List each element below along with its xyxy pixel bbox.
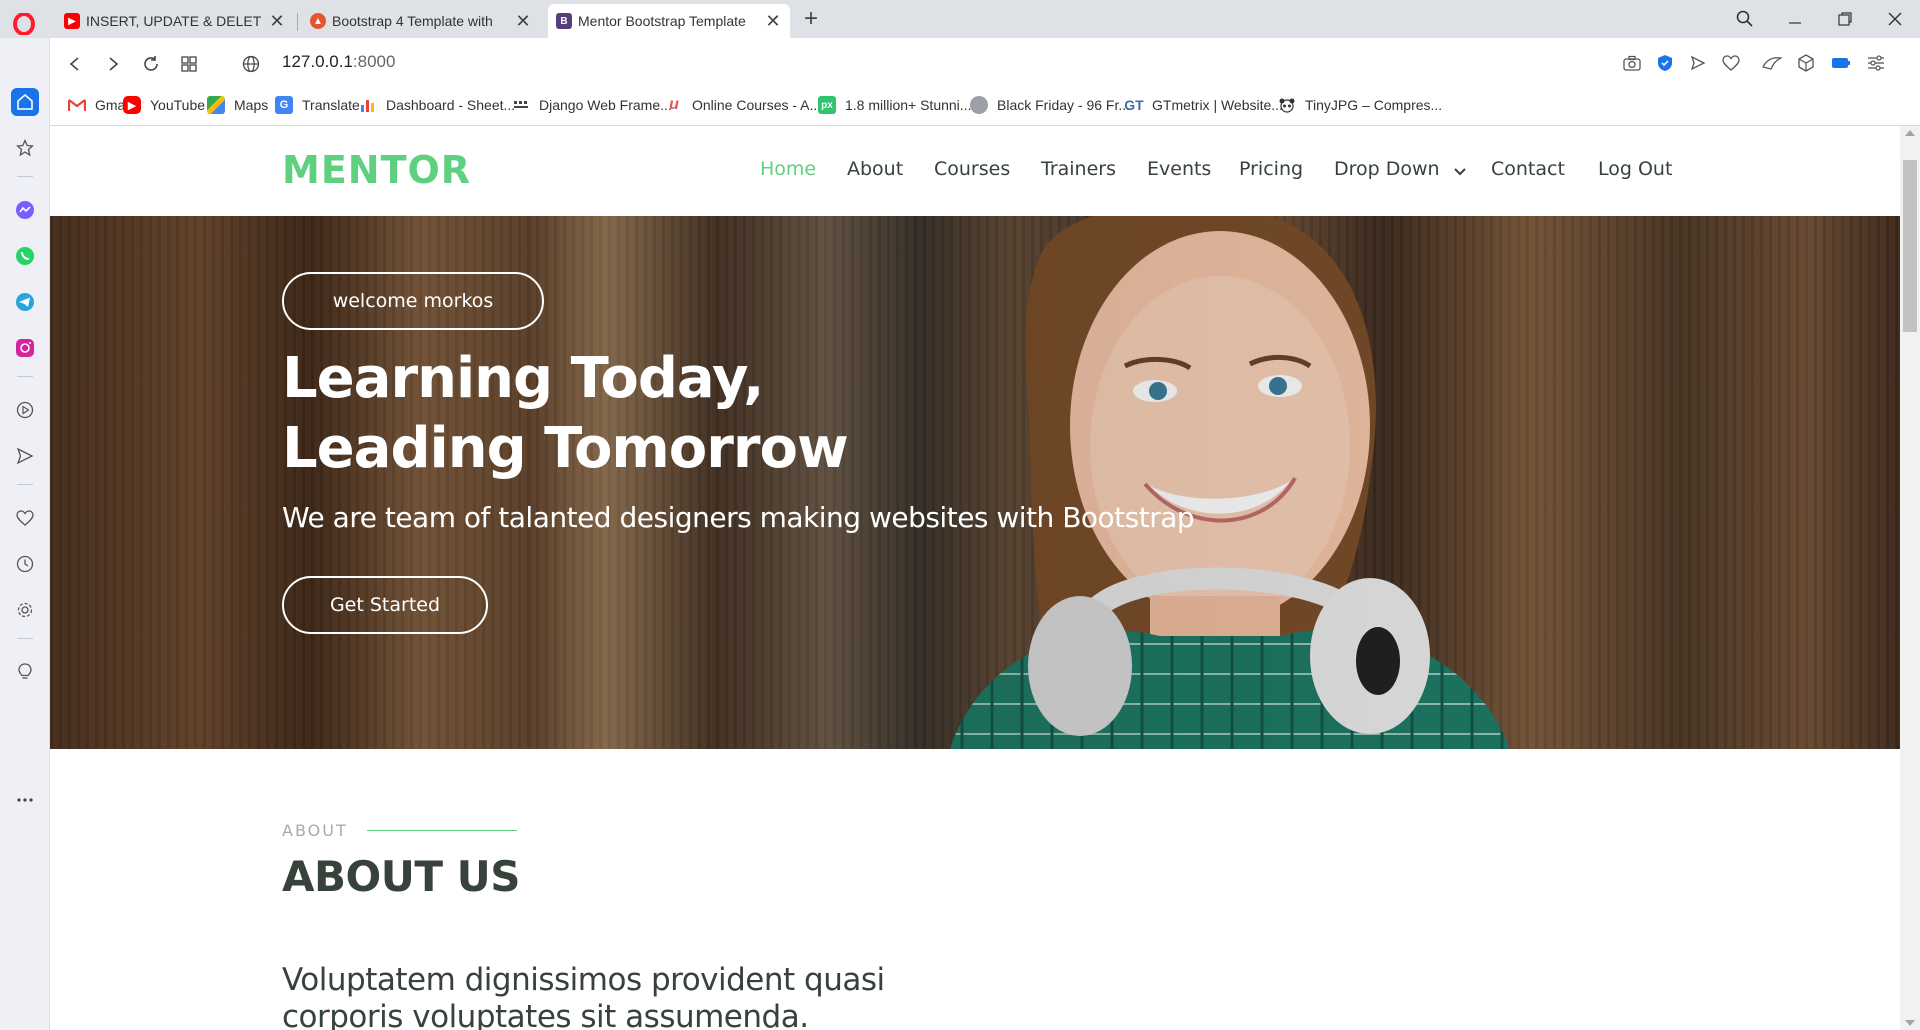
messenger-icon[interactable] [11, 196, 39, 224]
youtube-icon: ▶ [64, 13, 80, 29]
extensions-cube-icon[interactable] [1794, 51, 1818, 75]
pixabay-icon: px [818, 96, 836, 114]
maps-icon [207, 96, 225, 114]
hero-section: welcome morkos Learning Today, Leading T… [50, 216, 1900, 749]
tips-lightbulb-icon[interactable] [11, 658, 39, 686]
nav-events[interactable]: Events [1147, 158, 1211, 180]
bookmark-gtmetrix[interactable]: GT GTmetrix | Website... [1124, 96, 1283, 114]
send-flow-icon[interactable] [1686, 51, 1710, 75]
get-started-button[interactable]: Get Started [282, 576, 488, 634]
bookmark-django[interactable]: Django Web Frame... [512, 96, 672, 114]
bootstrap-icon: B [556, 13, 572, 29]
bookmark-heart-icon[interactable] [1719, 51, 1743, 75]
page-viewport: MENTOR Home About Courses Trainers Event… [50, 126, 1900, 1030]
browser-sidebar [0, 38, 50, 1030]
bookmarks-heart-icon[interactable] [11, 504, 39, 532]
bookmark-pixabay[interactable]: px 1.8 million+ Stunni... [818, 96, 971, 114]
django-icon [512, 96, 530, 114]
scroll-down-arrow-icon[interactable] [1905, 1020, 1915, 1026]
close-tab-icon[interactable]: ✕ [268, 11, 286, 32]
address-bar: 127.0.0.1:8000 [50, 38, 1920, 88]
site-header: MENTOR Home About Courses Trainers Event… [50, 126, 1900, 216]
snapshot-camera-icon[interactable] [1620, 51, 1644, 75]
bookmark-translate[interactable]: G Translate [275, 96, 360, 114]
about-section-label: ABOUT [282, 821, 348, 840]
history-clock-icon[interactable] [11, 550, 39, 578]
site-info-globe-icon[interactable] [238, 51, 264, 77]
globe-icon [970, 96, 988, 114]
close-tab-icon[interactable]: ✕ [764, 11, 782, 32]
hero-subtitle: We are team of talanted designers making… [282, 501, 1195, 534]
tab-bootstrap-4-template[interactable]: ▲ Bootstrap 4 Template with ✕ [302, 4, 540, 38]
bookmark-online-courses[interactable]: u Online Courses - A... [665, 96, 821, 114]
bookmarks-bar: Gmail ▶ YouTube Maps G Translate Dashboa… [50, 88, 1920, 126]
about-title: ABOUT US [282, 852, 520, 901]
tab-mentor-bootstrap-template[interactable]: B Mentor Bootstrap Template ✕ [548, 4, 790, 38]
nav-pricing[interactable]: Pricing [1239, 158, 1303, 180]
pinboard-star-icon[interactable] [11, 134, 39, 162]
bookmark-youtube[interactable]: ▶ YouTube [123, 96, 205, 114]
gmail-icon [68, 96, 86, 114]
search-tabs-icon[interactable] [1725, 4, 1765, 34]
back-icon[interactable] [62, 51, 88, 77]
vpn-shield-icon[interactable] [1653, 51, 1677, 75]
speed-dial-icon[interactable] [176, 51, 202, 77]
panda-icon [1278, 96, 1296, 114]
nav-drop-down-label: Drop Down [1334, 158, 1440, 180]
restore-window-icon[interactable] [1825, 4, 1865, 34]
bookmark-maps[interactable]: Maps [207, 96, 268, 114]
hero-title-line-1: Learning Today, [282, 346, 764, 411]
nav-log-out[interactable]: Log Out [1598, 158, 1672, 180]
bootstrap-template-icon: ▲ [310, 13, 326, 29]
opera-logo-icon[interactable] [10, 10, 38, 38]
chevron-down-icon [1453, 159, 1466, 181]
forward-icon[interactable] [100, 51, 126, 77]
minimize-window-icon[interactable] [1775, 4, 1815, 34]
scrollbar-thumb[interactable] [1903, 160, 1917, 332]
about-lead-text: Voluptatem dignissimos provident quasi c… [282, 962, 885, 1030]
tab-insert-update-delete[interactable]: ▶ INSERT, UPDATE & DELETE ✕ [56, 4, 294, 38]
hero-title: Learning Today, Leading Tomorrow [282, 344, 849, 484]
nav-courses[interactable]: Courses [934, 158, 1010, 180]
sheets-chart-icon [359, 96, 377, 114]
bookmark-black-friday[interactable]: Black Friday - 96 Fr... [970, 96, 1130, 114]
bookmark-dashboard-sheets[interactable]: Dashboard - Sheet... [359, 96, 515, 114]
youtube-icon: ▶ [123, 96, 141, 114]
whatsapp-icon[interactable] [11, 242, 39, 270]
main-nav: Home About Courses Trainers Events Prici… [50, 126, 1900, 216]
close-tab-icon[interactable]: ✕ [514, 11, 532, 32]
settings-gear-icon[interactable] [11, 596, 39, 624]
nav-contact[interactable]: Contact [1491, 158, 1565, 180]
about-divider [367, 830, 517, 831]
more-options-icon[interactable] [11, 786, 39, 814]
welcome-badge: welcome morkos [282, 272, 544, 330]
reload-icon[interactable] [138, 51, 164, 77]
page-scrollbar[interactable] [1900, 126, 1920, 1030]
url-host: 127.0.0.1 [282, 52, 353, 71]
url-port: :8000 [352, 52, 396, 71]
extension-wing-icon[interactable] [1760, 51, 1784, 75]
bookmark-tinyjpg[interactable]: TinyJPG – Compres... [1278, 96, 1442, 114]
telegram-icon[interactable] [11, 288, 39, 316]
my-flow-icon[interactable] [11, 442, 39, 470]
battery-saver-icon[interactable] [1829, 51, 1853, 75]
easy-setup-icon[interactable] [1864, 51, 1888, 75]
tab-strip: ▶ INSERT, UPDATE & DELETE ✕ ▲ Bootstrap … [0, 0, 1920, 38]
gtmetrix-icon: GT [1124, 97, 1144, 113]
player-icon[interactable] [11, 396, 39, 424]
hero-title-line-2: Leading Tomorrow [282, 416, 849, 481]
close-window-icon[interactable] [1875, 4, 1915, 34]
translate-icon: G [275, 96, 293, 114]
nav-home[interactable]: Home [760, 158, 816, 180]
url-field[interactable]: 127.0.0.1:8000 [282, 52, 395, 72]
scroll-up-arrow-icon[interactable] [1905, 130, 1915, 136]
instagram-icon[interactable] [11, 334, 39, 362]
new-tab-button[interactable]: + [798, 6, 824, 32]
nav-drop-down[interactable]: Drop Down [1334, 158, 1466, 181]
home-icon[interactable] [11, 88, 39, 116]
udemy-icon: u [669, 96, 679, 113]
nav-trainers[interactable]: Trainers [1041, 158, 1116, 180]
nav-about[interactable]: About [847, 158, 903, 180]
